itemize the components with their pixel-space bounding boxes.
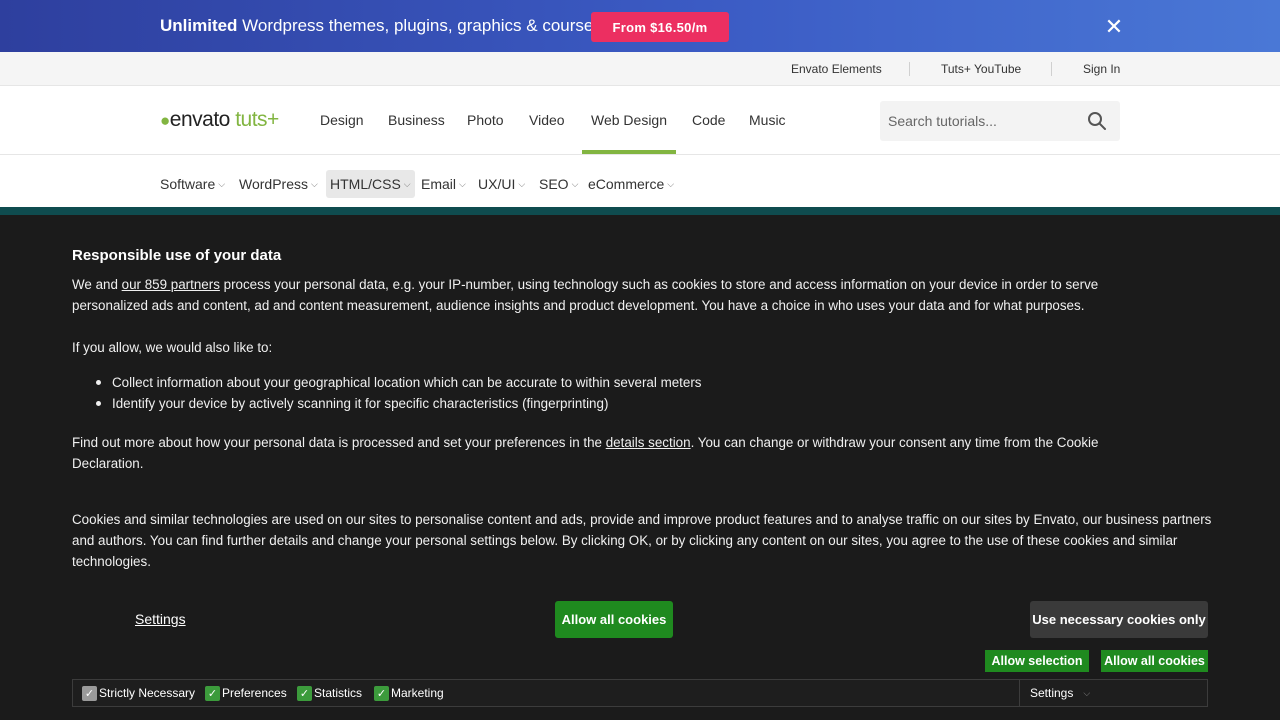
subnav-label: eCommerce — [588, 176, 665, 192]
subnav-ecommerce[interactable]: eCommerce ⌵ — [584, 170, 678, 198]
checkmark-icon[interactable]: ✓ — [297, 685, 312, 701]
close-icon[interactable]: ✕ — [1104, 16, 1124, 38]
search-box — [880, 101, 1120, 141]
chevron-down-icon: ⌵ — [310, 178, 318, 189]
search-icon[interactable] — [1087, 111, 1107, 131]
nav-code[interactable]: Code — [692, 112, 725, 128]
category-subnav: Software ⌵ WordPress ⌵ HTML/CSS ⌵ Email ⌵ UX… — [0, 155, 1280, 207]
subnav-label: Software — [160, 176, 216, 192]
allow-all-cookies-button[interactable]: Allow all cookies — [555, 601, 673, 638]
search-input[interactable] — [888, 111, 1078, 131]
chevron-down-icon: ⌵ — [459, 178, 466, 189]
allow-selection-button[interactable]: Allow selection — [985, 650, 1089, 672]
nav-music[interactable]: Music — [749, 112, 786, 128]
allow-all-cookies-small-button[interactable]: Allow all cookies — [1101, 650, 1208, 672]
tuts-youtube-link[interactable]: Tuts+ YouTube — [941, 62, 1021, 76]
logo-envato-text: envato — [169, 108, 231, 131]
cookie-consent-dialog: Responsible use of your data We and our … — [0, 215, 1280, 720]
nav-active-indicator — [582, 150, 676, 154]
promo-cta-button[interactable]: From $16.50/m — [591, 12, 729, 42]
checkmark-icon: ✓ — [82, 685, 97, 701]
details-settings-toggle[interactable]: Settings ⌵ — [1030, 686, 1090, 700]
leaf-icon: ● — [160, 111, 170, 130]
divider — [1051, 62, 1052, 76]
subnav-label: UX/UI — [478, 176, 516, 192]
envato-tuts-logo[interactable]: ●envato tuts+ — [160, 108, 279, 132]
details-text-start: Find out more about how your personal da… — [72, 435, 606, 450]
chevron-down-icon: ⌵ — [1083, 687, 1091, 698]
subnav-label: HTML/CSS — [330, 176, 401, 192]
cookie-category-bar: ✓ Strictly Necessary ✓ Preferences ✓ Statis… — [72, 679, 1208, 707]
checkbox-label: Statistics — [314, 686, 363, 700]
nav-business[interactable]: Business — [388, 112, 445, 128]
chevron-down-icon: ⌵ — [218, 178, 226, 189]
cookie-details-paragraph: Find out more about how your personal da… — [72, 432, 1157, 474]
subnav-label: WordPress — [239, 176, 308, 192]
promo-bold-text: Unlimited — [160, 16, 238, 35]
nav-video[interactable]: Video — [529, 112, 565, 128]
logo-tuts-text: tuts+ — [235, 108, 279, 131]
subnav-email[interactable]: Email ⌵ — [417, 170, 470, 198]
divider — [1019, 680, 1020, 706]
chevron-down-icon: ⌵ — [667, 178, 675, 189]
checkmark-icon[interactable]: ✓ — [374, 685, 389, 701]
site-header: ●envato tuts+ Design Business Photo Vide… — [0, 86, 1280, 155]
promo-text: Unlimited Wordpress themes, plugins, gra… — [160, 16, 607, 36]
checkbox-label: Preferences — [222, 686, 287, 700]
intro-text-start: We and — [72, 277, 122, 292]
subnav-html-css[interactable]: HTML/CSS ⌵ — [326, 170, 415, 198]
settings-link[interactable]: Settings — [135, 611, 186, 627]
utility-bar: Envato Elements Tuts+ YouTube Sign In — [0, 52, 1280, 86]
divider — [909, 62, 910, 76]
subnav-ux-ui[interactable]: UX/UI ⌵ — [474, 170, 529, 198]
nav-design[interactable]: Design — [320, 112, 364, 128]
subnav-seo[interactable]: SEO ⌵ — [535, 170, 582, 198]
subnav-software[interactable]: Software ⌵ — [156, 170, 229, 198]
checkbox-strictly-necessary: ✓ Strictly Necessary — [82, 684, 195, 702]
subnav-label: Email — [421, 176, 457, 192]
settings-toggle-label: Settings — [1030, 686, 1074, 700]
subnav-label: SEO — [539, 176, 569, 192]
subnav-wordpress[interactable]: WordPress ⌵ — [235, 170, 322, 198]
list-item: Identify your device by actively scannin… — [96, 393, 702, 414]
checkbox-statistics[interactable]: ✓ Statistics — [297, 684, 362, 702]
cookie-intro-paragraph: We and our 859 partners process your per… — [72, 274, 1152, 316]
nav-web-design[interactable]: Web Design — [591, 112, 667, 128]
checkbox-preferences[interactable]: ✓ Preferences — [205, 684, 287, 702]
use-necessary-cookies-button[interactable]: Use necessary cookies only — [1030, 601, 1208, 638]
checkbox-marketing[interactable]: ✓ Marketing — [374, 684, 444, 702]
cookie-allow-intro: If you allow, we would also like to: — [72, 340, 273, 355]
partners-link[interactable]: our 859 partners — [122, 277, 220, 292]
hero-strip — [0, 207, 1280, 215]
chevron-down-icon: ⌵ — [571, 178, 579, 189]
envato-elements-link[interactable]: Envato Elements — [791, 62, 882, 76]
cookie-purpose-list: Collect information about your geographi… — [96, 372, 702, 414]
checkbox-label: Strictly Necessary — [99, 686, 196, 700]
checkmark-icon[interactable]: ✓ — [205, 685, 220, 701]
checkbox-label: Marketing — [391, 686, 444, 700]
nav-photo[interactable]: Photo — [467, 112, 504, 128]
cookie-envato-paragraph: Cookies and similar technologies are use… — [72, 512, 1212, 569]
sign-in-link[interactable]: Sign In — [1083, 62, 1120, 76]
promo-rest-text: Wordpress themes, plugins, graphics & co… — [237, 16, 607, 35]
cookie-title: Responsible use of your data — [72, 247, 282, 264]
chevron-down-icon: ⌵ — [518, 178, 526, 189]
details-section-link[interactable]: details section — [606, 435, 691, 450]
chevron-down-icon: ⌵ — [403, 178, 411, 189]
list-item: Collect information about your geographi… — [96, 372, 702, 393]
intro-text-end: process your personal data, e.g. your IP… — [72, 277, 1099, 313]
promo-banner: Unlimited Wordpress themes, plugins, gra… — [0, 0, 1280, 52]
